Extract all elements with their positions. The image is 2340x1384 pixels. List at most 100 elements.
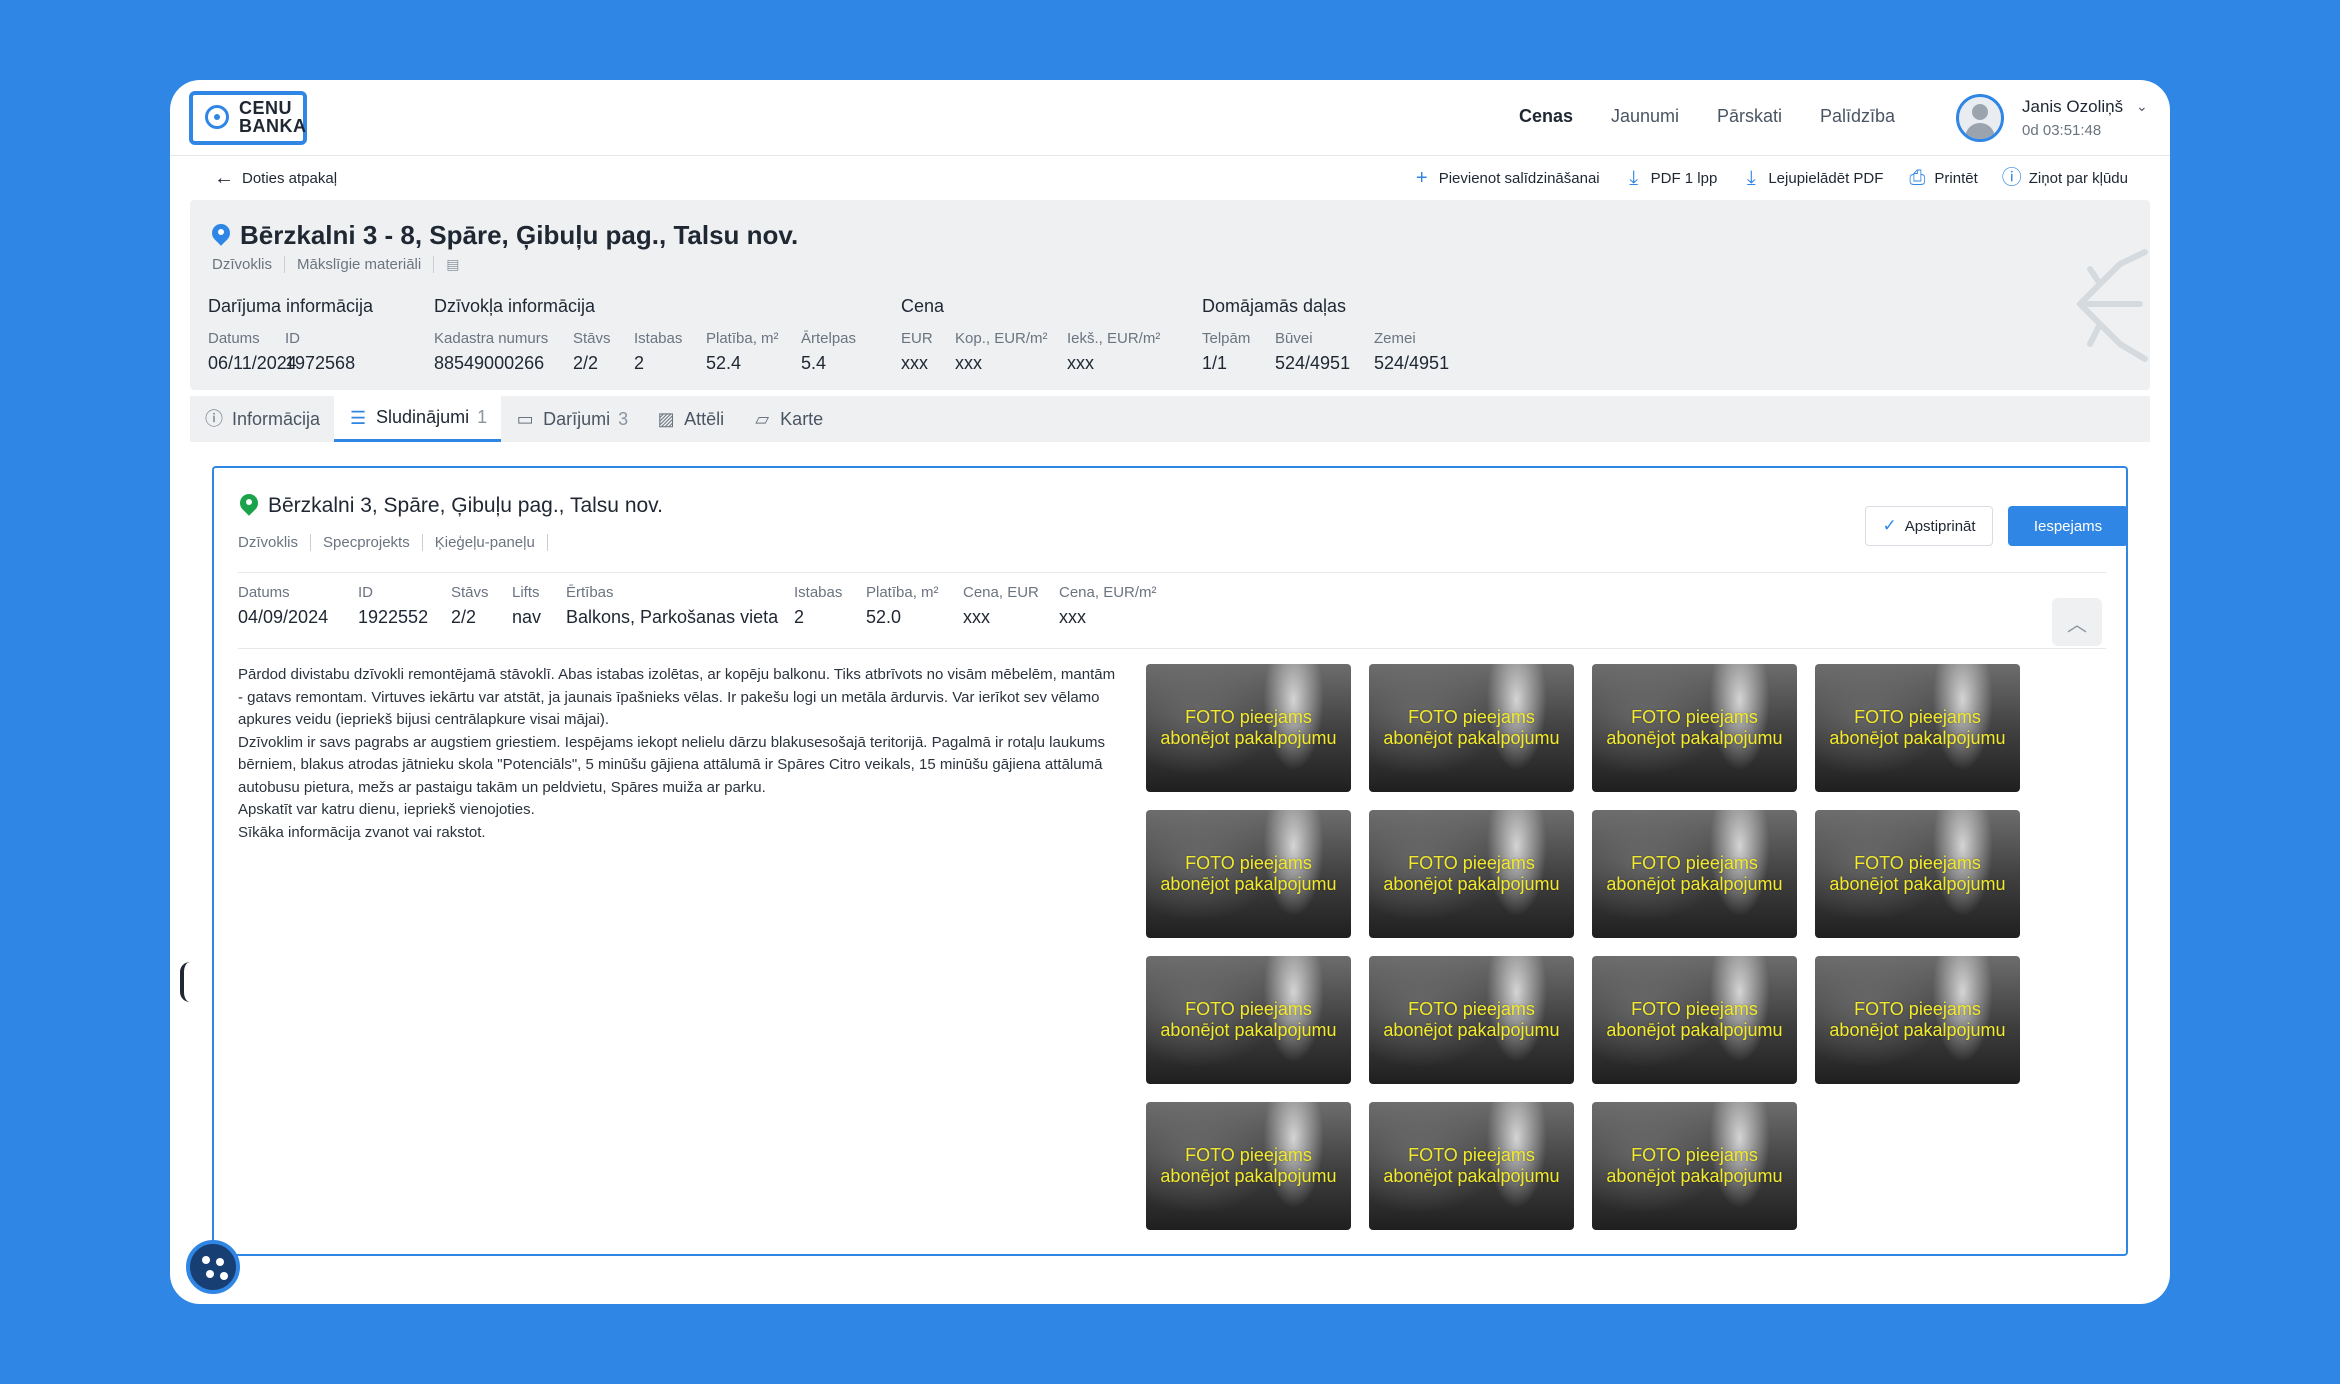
- print-label: Printēt: [1934, 169, 1978, 187]
- overlay-line-2: abonējot pakalpojumu: [1606, 728, 1783, 748]
- tag: Specprojekts: [311, 534, 423, 551]
- report-error-button[interactable]: ⓘ Ziņot par kļūdu: [2002, 168, 2128, 188]
- side-handle[interactable]: [180, 962, 190, 1002]
- photo-thumbnail[interactable]: FOTO pieejams abonējot pakalpojumu: [1592, 956, 1797, 1084]
- photo-locked-overlay: FOTO pieejams abonējot pakalpojumu: [1383, 1145, 1559, 1187]
- tab-sludinajumi[interactable]: ☰ Sludinājumi 1: [334, 396, 502, 442]
- pdf-one-page-button[interactable]: ⤓ PDF 1 lpp: [1624, 167, 1718, 189]
- overlay-line-2: abonējot pakalpojumu: [1160, 1020, 1337, 1040]
- tab-count: 1: [477, 407, 488, 427]
- description-paragraph: Dzīvoklim ir savs pagrabs ar augstiem gr…: [238, 733, 1106, 796]
- chevron-down-icon[interactable]: ⌄: [2136, 98, 2148, 115]
- map-icon: ▱: [755, 409, 770, 429]
- add-compare-button[interactable]: + Pievienot salīdzināšanai: [1412, 168, 1600, 188]
- tag: Dzīvoklis: [238, 534, 312, 551]
- section-price: Cena: [901, 296, 945, 316]
- tab-count: 3: [618, 408, 629, 429]
- photo-locked-overlay: FOTO pieejams abonējot pakalpojumu: [1829, 999, 2005, 1041]
- overlay-line-1: FOTO pieejams: [1408, 1145, 1535, 1165]
- overlay-line-1: FOTO pieejams: [1185, 1145, 1312, 1165]
- listing-field-id: ID 1922552: [358, 584, 429, 627]
- photo-locked-overlay: FOTO pieejams abonējot pakalpojumu: [1160, 707, 1336, 749]
- listing-field-rooms: Istabas 2: [794, 584, 843, 627]
- photo-thumbnail[interactable]: FOTO pieejams abonējot pakalpojumu: [1146, 956, 1351, 1084]
- overlay-line-1: FOTO pieejams: [1408, 999, 1535, 1019]
- property-summary: Bērzkalni 3 - 8, Spāre, Ģibuļu pag., Tal…: [190, 200, 2150, 390]
- download-icon: ⤓: [1629, 167, 1639, 189]
- field-rooms: Istabas 2: [634, 330, 683, 373]
- listing-field-amenities: Ērtības Balkons, Parkošanas vieta: [566, 584, 779, 627]
- overlay-line-1: FOTO pieejams: [1631, 707, 1758, 727]
- photo-thumbnail[interactable]: FOTO pieejams abonējot pakalpojumu: [1592, 810, 1797, 938]
- photo-locked-overlay: FOTO pieejams abonējot pakalpojumu: [1606, 999, 1782, 1041]
- cookie-settings-icon[interactable]: [186, 1240, 240, 1294]
- photo-thumbnail[interactable]: FOTO pieejams abonējot pakalpojumu: [1815, 810, 2020, 938]
- tab-bar: ⓘ Informācija ☰ Sludinājumi 1 ▭ Darījumi…: [190, 396, 2150, 442]
- section-transaction: Darījuma informācija: [208, 296, 374, 316]
- listing-tags: Dzīvoklis Specprojekts Ķieģeļu-paneļu: [238, 534, 548, 551]
- plus-icon: +: [1415, 167, 1428, 189]
- print-button[interactable]: ⎙ Printēt: [1907, 168, 1977, 188]
- photo-thumbnail[interactable]: FOTO pieejams abonējot pakalpojumu: [1369, 810, 1574, 938]
- overlay-line-2: abonējot pakalpojumu: [1829, 1020, 2006, 1040]
- photo-thumbnail[interactable]: FOTO pieejams abonējot pakalpojumu: [1146, 1102, 1351, 1230]
- collapse-button[interactable]: ︿: [2052, 598, 2102, 646]
- back-link[interactable]: ← Doties atpakaļ: [214, 168, 337, 188]
- user-name[interactable]: Janis Ozoliņš: [2022, 97, 2123, 117]
- overlay-line-2: abonējot pakalpojumu: [1160, 1166, 1337, 1186]
- photo-thumbnail[interactable]: FOTO pieejams abonējot pakalpojumu: [1592, 1102, 1797, 1230]
- listing-title-text: Bērzkalni 3, Spāre, Ģibuļu pag., Talsu n…: [268, 494, 663, 517]
- field-building-share: Būvei 524/4951: [1275, 330, 1351, 373]
- tab-atteli[interactable]: ▨ Attēli: [642, 396, 738, 442]
- info-icon: ⓘ: [205, 409, 223, 429]
- toolbar: + Pievienot salīdzināšanai ⤓ PDF 1 lpp ⤓…: [1412, 168, 2128, 188]
- listing-field-area: Platība, m² 52.0: [866, 584, 939, 627]
- photo-thumbnail[interactable]: FOTO pieejams abonējot pakalpojumu: [1146, 664, 1351, 792]
- field-price-total: Kop., EUR/m² xxx: [955, 330, 1048, 373]
- download-pdf-button[interactable]: ⤓ Lejupielādēt PDF: [1741, 168, 1884, 188]
- field-floor: Stāvs 2/2: [573, 330, 611, 373]
- overlay-line-2: abonējot pakalpojumu: [1383, 874, 1560, 894]
- listing-description: Pārdod divistabu dzīvokli remontējamā st…: [238, 664, 1118, 844]
- map-icon[interactable]: ▤: [434, 256, 459, 273]
- logo[interactable]: CENU BANKA: [189, 91, 307, 145]
- photo-thumbnail[interactable]: FOTO pieejams abonējot pakalpojumu: [1815, 664, 2020, 792]
- nav-jaunumi[interactable]: Jaunumi: [1611, 106, 1679, 127]
- overlay-line-1: FOTO pieejams: [1185, 999, 1312, 1019]
- photo-thumbnail[interactable]: FOTO pieejams abonējot pakalpojumu: [1369, 1102, 1574, 1230]
- divider: [238, 648, 2106, 649]
- avatar[interactable]: [1956, 94, 2004, 142]
- nav-palidziba[interactable]: Palīdzība: [1820, 106, 1895, 127]
- overlay-line-2: abonējot pakalpojumu: [1160, 874, 1337, 894]
- field-price-eur: EUR xxx: [901, 330, 933, 373]
- overlay-line-2: abonējot pakalpojumu: [1160, 728, 1337, 748]
- photo-thumbnail[interactable]: FOTO pieejams abonējot pakalpojumu: [1592, 664, 1797, 792]
- image-icon: ▨: [657, 409, 675, 429]
- photo-locked-overlay: FOTO pieejams abonējot pakalpojumu: [1383, 853, 1559, 895]
- photo-thumbnail[interactable]: FOTO pieejams abonējot pakalpojumu: [1146, 810, 1351, 938]
- nav-cenas[interactable]: Cenas: [1519, 106, 1573, 127]
- field-room-share: Telpām 1/1: [1202, 330, 1251, 373]
- pdf-one-page-label: PDF 1 lpp: [1650, 169, 1718, 187]
- field-price-inner: Iekš., EUR/m² xxx: [1067, 330, 1161, 373]
- tab-darijumi[interactable]: ▭ Darījumi 3: [501, 396, 642, 442]
- photo-locked-overlay: FOTO pieejams abonējot pakalpojumu: [1606, 853, 1782, 895]
- overlay-line-2: abonējot pakalpojumu: [1606, 1020, 1783, 1040]
- overlay-line-1: FOTO pieejams: [1631, 1145, 1758, 1165]
- property-tags: Dzīvoklis Mākslīgie materiāli ▤: [212, 256, 459, 273]
- tab-informacija[interactable]: ⓘ Informācija: [190, 396, 334, 442]
- back-label: Doties atpakaļ: [242, 169, 338, 187]
- nav-parskati[interactable]: Pārskati: [1717, 106, 1782, 127]
- photo-thumbnail[interactable]: FOTO pieejams abonējot pakalpojumu: [1369, 956, 1574, 1084]
- tag: Dzīvoklis: [212, 256, 286, 273]
- approve-button[interactable]: ✓ Apstiprināt: [1865, 506, 1993, 546]
- tab-karte[interactable]: ▱ Karte: [738, 396, 837, 442]
- field-area: Platība, m² 52.4: [706, 330, 779, 373]
- tag: Ķieģeļu-paneļu: [423, 534, 548, 551]
- photo-thumbnail[interactable]: FOTO pieejams abonējot pakalpojumu: [1369, 664, 1574, 792]
- photo-locked-overlay: FOTO pieejams abonējot pakalpojumu: [1606, 1145, 1782, 1187]
- logo-line-2: BANKA: [239, 116, 307, 136]
- option-button[interactable]: Iespejams: [2008, 506, 2128, 546]
- photo-thumbnail[interactable]: FOTO pieejams abonējot pakalpojumu: [1815, 956, 2020, 1084]
- field-cadastre: Kadastra numurs 88549000266: [434, 330, 549, 373]
